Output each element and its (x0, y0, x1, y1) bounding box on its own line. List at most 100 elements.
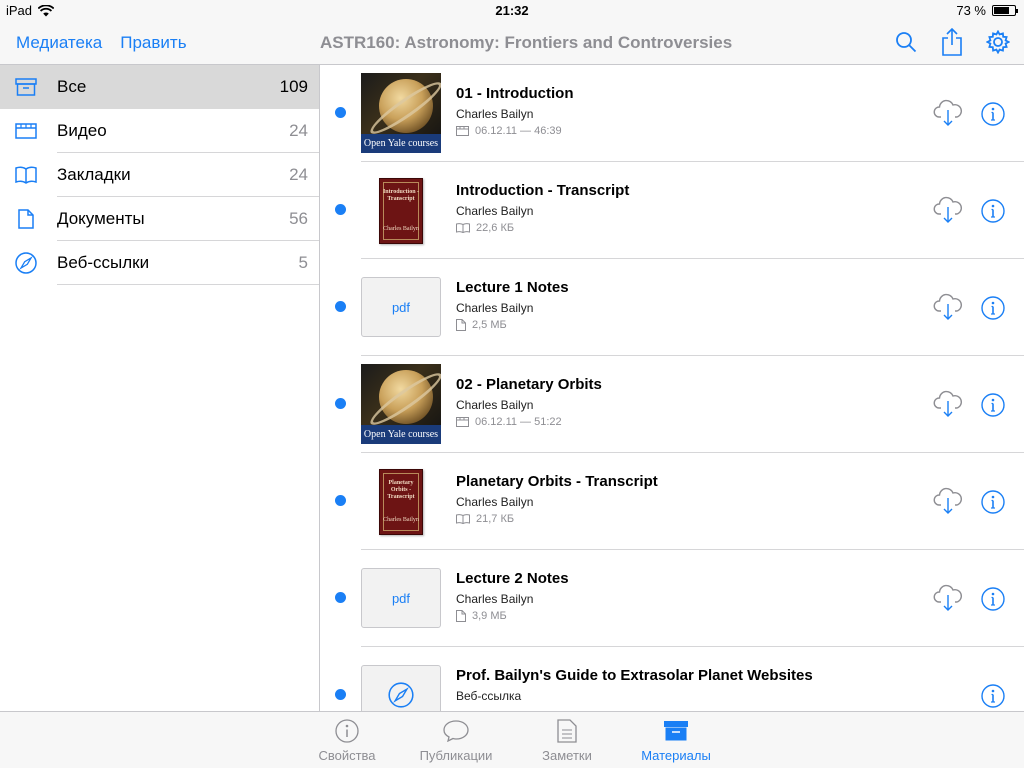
search-icon[interactable] (894, 28, 918, 56)
sidebar-item-label: Закладки (57, 165, 131, 184)
item-author: Charles Bailyn (456, 592, 534, 606)
sidebar-item-bookmarks[interactable]: Закладки 24 (0, 153, 319, 197)
list-item[interactable]: pdf Lecture 1 Notes Charles Bailyn 2,5 М… (321, 259, 1024, 356)
cloud-download-icon[interactable] (933, 196, 963, 224)
compass-icon (15, 252, 37, 274)
page-title: ASTR160: Astronomy: Frontiers and Contro… (320, 33, 733, 52)
item-meta: 2,5 МБ (456, 319, 507, 331)
sidebar-item-web-links[interactable]: Веб-ссылки 5 (0, 241, 319, 285)
tab-properties[interactable]: Свойства (292, 718, 402, 763)
unread-dot (335, 301, 346, 312)
item-meta: 06.12.11 — 51:22 (456, 416, 562, 428)
unread-dot (335, 689, 346, 700)
speech-bubble-icon (443, 720, 469, 742)
tab-notes[interactable]: Заметки (512, 718, 622, 763)
share-icon[interactable] (940, 28, 964, 56)
archive-box-icon (664, 721, 688, 741)
book-cover-title: Planetary Orbits - Transcript (387, 480, 415, 500)
info-icon[interactable] (981, 102, 1005, 126)
book-thumbnail: Introduction - Transcript Charles Bailyn (361, 170, 441, 250)
sidebar: Все 109 Видео 24 Закладки 24 Документы 5… (0, 65, 320, 711)
list-item[interactable]: Prof. Bailyn's Guide to Extrasolar Plane… (321, 647, 1024, 711)
item-meta: 21,7 КБ (456, 513, 514, 525)
sidebar-item-count: 24 (289, 165, 308, 184)
list-item[interactable]: Open Yale courses 02 - Planetary Orbits … (321, 356, 1024, 453)
sidebar-item-count: 109 (279, 77, 308, 96)
sidebar-item-label: Веб-ссылки (57, 253, 150, 272)
status-time: 21:32 (495, 3, 529, 18)
list-item[interactable]: Open Yale courses 01 - Introduction Char… (321, 65, 1024, 162)
library-button[interactable]: Медиатека (16, 33, 102, 53)
unread-dot (335, 398, 346, 409)
item-meta-text: 21,7 КБ (476, 513, 515, 525)
book-cover-title: Introduction - Transcript (382, 189, 420, 202)
video-icon (456, 126, 469, 136)
document-icon (15, 209, 37, 229)
cloud-download-icon[interactable] (933, 390, 963, 418)
item-title: Prof. Bailyn's Guide to Extrasolar Plane… (456, 667, 813, 684)
item-title: Introduction - Transcript (456, 182, 630, 199)
pdf-label: pdf (391, 299, 411, 315)
cloud-download-icon[interactable] (933, 293, 963, 321)
list-item[interactable]: pdf Lecture 2 Notes Charles Bailyn 3,9 М… (321, 550, 1024, 647)
video-thumbnail: Open Yale courses (361, 364, 441, 444)
document-icon (456, 610, 466, 622)
cloud-download-icon[interactable] (933, 99, 963, 127)
sidebar-item-label: Все (57, 77, 87, 96)
edit-button[interactable]: Править (120, 33, 186, 53)
item-meta-text: 3,9 МБ (472, 610, 507, 622)
tab-publications[interactable]: Публикации (401, 718, 511, 763)
gear-icon[interactable] (986, 28, 1010, 56)
navigation-bar: Медиатека Править ASTR160: Astronomy: Fr… (0, 22, 1024, 65)
item-author: Charles Bailyn (456, 107, 534, 121)
video-icon (15, 121, 37, 141)
sidebar-item-count: 5 (298, 253, 308, 272)
sidebar-item-all[interactable]: Все 109 (0, 65, 319, 109)
item-meta: 3,9 МБ (456, 610, 507, 622)
item-author: Charles Bailyn (456, 301, 534, 315)
document-icon (456, 319, 466, 331)
book-cover-author: Charles Bailyn (383, 226, 419, 232)
book-icon (456, 223, 470, 233)
book-icon (15, 165, 37, 185)
sidebar-item-video[interactable]: Видео 24 (0, 109, 319, 153)
item-title: 01 - Introduction (456, 85, 574, 102)
info-icon[interactable] (981, 684, 1005, 708)
unread-dot (335, 204, 346, 215)
cloud-download-icon[interactable] (933, 487, 963, 515)
compass-icon (388, 682, 414, 708)
info-icon[interactable] (981, 296, 1005, 320)
item-meta: 06.12.11 — 46:39 (456, 125, 562, 137)
list-item[interactable]: Introduction - Transcript Charles Bailyn… (321, 162, 1024, 259)
info-icon[interactable] (981, 587, 1005, 611)
pdf-label: pdf (391, 590, 411, 606)
item-meta-text: 22,6 КБ (476, 222, 515, 234)
tab-label: Заметки (542, 748, 592, 763)
tab-label: Материалы (641, 748, 711, 763)
tab-label: Публикации (419, 748, 493, 763)
pdf-thumbnail: pdf (361, 568, 441, 628)
pdf-thumbnail: pdf (361, 277, 441, 337)
book-cover-author: Charles Bailyn (383, 517, 419, 523)
notes-icon (557, 719, 577, 743)
item-meta-text: 06.12.11 — 46:39 (475, 125, 562, 137)
info-icon[interactable] (981, 490, 1005, 514)
info-icon[interactable] (981, 199, 1005, 223)
cloud-download-icon[interactable] (933, 584, 963, 612)
tab-materials[interactable]: Материалы (621, 718, 731, 763)
item-title: 02 - Planetary Orbits (456, 376, 602, 393)
status-bar: iPad 21:32 73 % (0, 0, 1024, 22)
unread-dot (335, 592, 346, 603)
item-author: Charles Bailyn (456, 398, 534, 412)
archive-box-icon (15, 77, 37, 97)
info-icon[interactable] (981, 393, 1005, 417)
unread-dot (335, 495, 346, 506)
item-title: Lecture 1 Notes (456, 279, 569, 296)
battery-icon (992, 5, 1018, 16)
tab-label: Свойства (318, 748, 376, 763)
list-item[interactable]: Planetary Orbits - Transcript Charles Ba… (321, 453, 1024, 550)
sidebar-item-count: 56 (289, 209, 308, 228)
sidebar-item-documents[interactable]: Документы 56 (0, 197, 319, 241)
item-meta-text: 06.12.11 — 51:22 (475, 416, 562, 428)
book-thumbnail: Planetary Orbits - Transcript Charles Ba… (361, 461, 441, 541)
